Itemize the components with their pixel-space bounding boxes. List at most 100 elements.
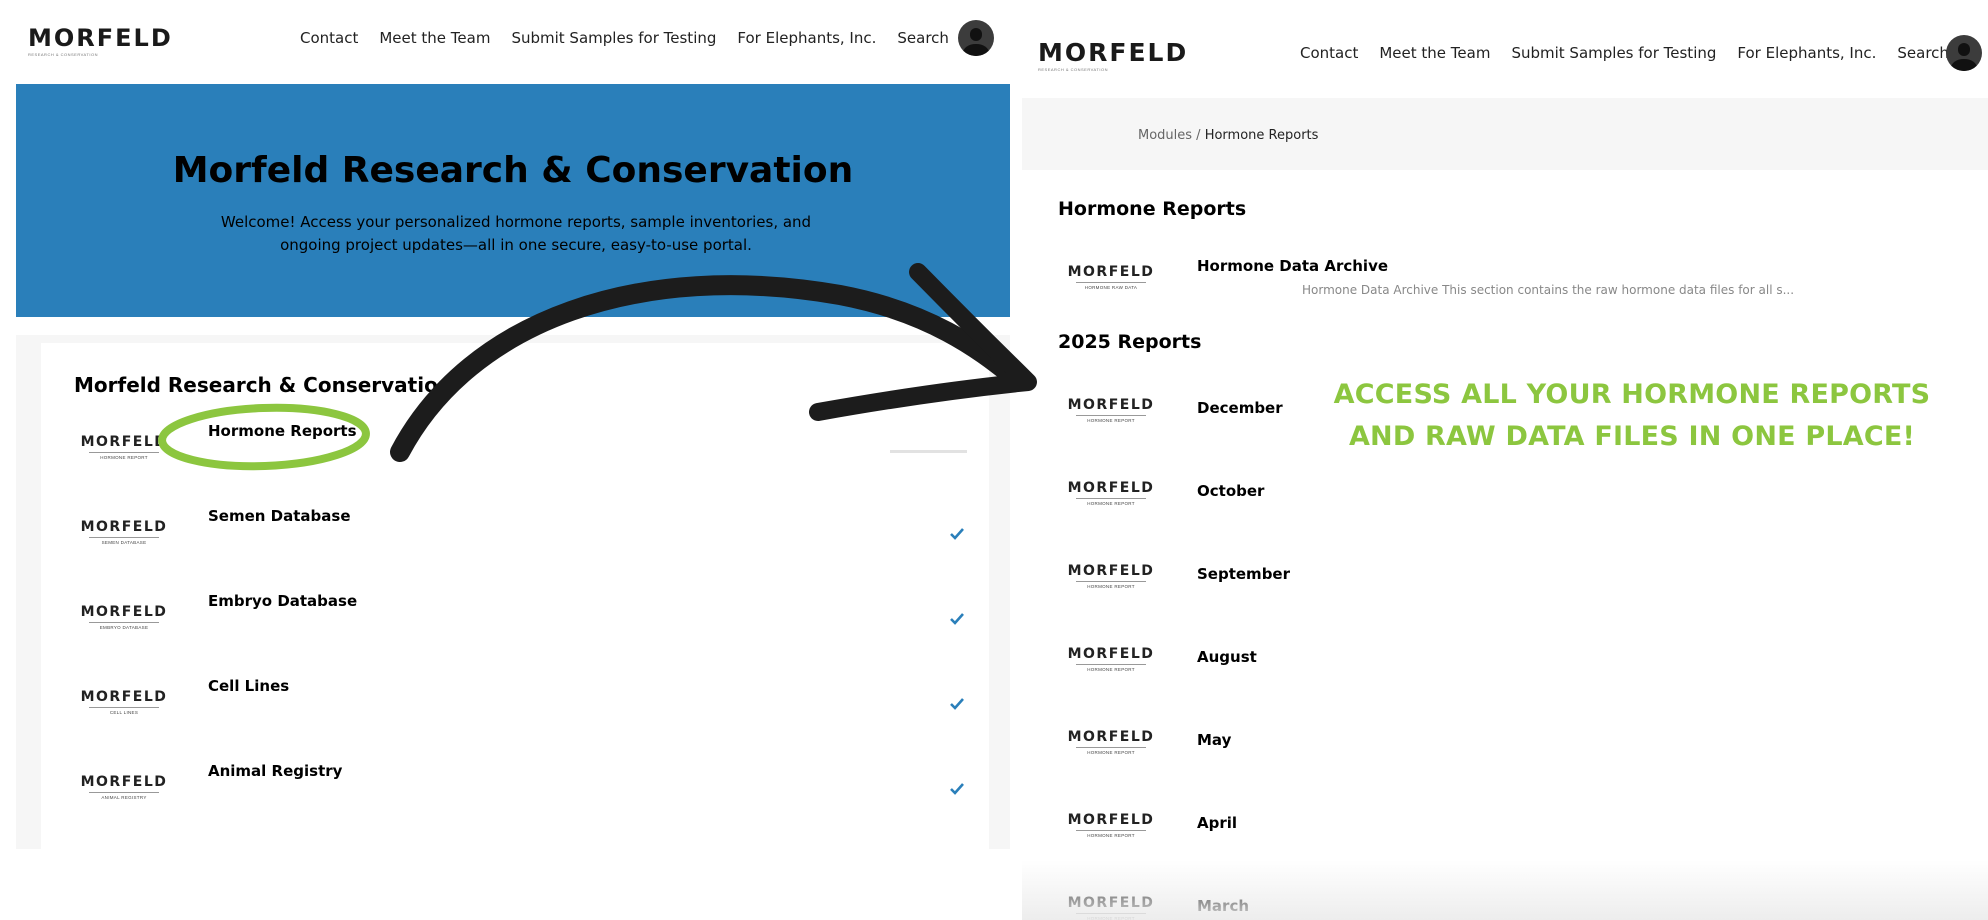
- thumbnail-rule: [1076, 497, 1146, 499]
- progress-indicator: [890, 450, 967, 453]
- nav-for-elephants[interactable]: For Elephants, Inc.: [1737, 44, 1876, 62]
- thumbnail-caption: HORMONE REPORT: [1087, 500, 1135, 506]
- breadcrumb-modules[interactable]: Modules: [1138, 128, 1192, 143]
- report-thumbnail: MORFELD HORMONE REPORT: [1066, 473, 1156, 513]
- report-label[interactable]: December: [1197, 399, 1283, 417]
- module-thumbnail: MORFELD CELL LINES: [79, 682, 169, 722]
- logo-tagline: RESEARCH & CONSERVATION: [28, 52, 98, 57]
- morfeld-logo[interactable]: MORFELD RESEARCH & CONSERVATION: [1038, 40, 1188, 72]
- logo-wordmark: MORFELD: [1038, 38, 1189, 67]
- module-thumbnail: MORFELD EMBRYO DATABASE: [79, 597, 169, 637]
- callout-line-2: AND RAW DATA FILES IN ONE PLACE!: [1348, 421, 1916, 452]
- report-thumbnail: MORFELD HORMONE REPORT: [1066, 390, 1156, 430]
- main-nav: Contact Meet the Team Submit Samples for…: [300, 28, 949, 48]
- thumbnail-wordmark: MORFELD: [1067, 811, 1155, 828]
- report-thumbnail: MORFELD HORMONE REPORT: [1066, 639, 1156, 679]
- nav-meet-the-team[interactable]: Meet the Team: [1379, 44, 1490, 62]
- callout-line-1: ACCESS ALL YOUR HORMONE REPORTS: [1333, 379, 1931, 410]
- report-label[interactable]: April: [1197, 814, 1237, 832]
- nav-submit-samples[interactable]: Submit Samples for Testing: [1511, 44, 1716, 62]
- complete-check-icon: [950, 783, 964, 795]
- thumbnail-rule: [89, 451, 159, 453]
- nav-contact[interactable]: Contact: [300, 29, 358, 47]
- report-label[interactable]: May: [1197, 731, 1231, 749]
- breadcrumb-current: Hormone Reports: [1204, 128, 1319, 143]
- hero-title: Morfeld Research & Conservation: [172, 150, 854, 191]
- nav-search[interactable]: Search: [897, 29, 949, 47]
- modules-card-body: Morfeld Research & Conservation MORFELD …: [41, 343, 989, 849]
- module-thumbnail: MORFELD ANIMAL REGISTRY: [79, 767, 169, 807]
- module-label[interactable]: Animal Registry: [208, 762, 342, 780]
- thumbnail-rule: [1076, 281, 1146, 283]
- thumbnail-wordmark: MORFELD: [1067, 562, 1155, 579]
- thumbnail-wordmark: MORFELD: [80, 518, 168, 535]
- report-thumbnail: MORFELD HORMONE REPORT: [1066, 556, 1156, 596]
- breadcrumb: Modules / Hormone Reports: [1138, 128, 1318, 143]
- complete-check-icon: [950, 698, 964, 710]
- nav-meet-the-team[interactable]: Meet the Team: [379, 29, 490, 47]
- thumbnail-caption: ANIMAL REGISTRY: [101, 794, 147, 800]
- thumbnail-caption: HORMONE REPORT: [1087, 749, 1135, 755]
- thumbnail-rule: [89, 621, 159, 623]
- thumbnail-wordmark: MORFELD: [80, 773, 168, 790]
- thumbnail-rule: [1076, 829, 1146, 831]
- thumbnail-wordmark: MORFELD: [80, 603, 168, 620]
- report-thumbnail: MORFELD HORMONE REPORT: [1066, 722, 1156, 762]
- archive-thumbnail: MORFELD HORMONE RAW DATA: [1066, 257, 1156, 297]
- main-nav: Contact Meet the Team Submit Samples for…: [1300, 43, 1949, 63]
- thumbnail-rule: [89, 706, 159, 708]
- breadcrumb-separator: /: [1192, 128, 1205, 143]
- report-label[interactable]: August: [1197, 648, 1257, 666]
- hero-welcome-text: Welcome! Access your personalized hormon…: [220, 213, 812, 254]
- report-label[interactable]: September: [1197, 565, 1290, 583]
- nav-contact[interactable]: Contact: [1300, 44, 1358, 62]
- thumbnail-rule: [1076, 746, 1146, 748]
- module-label[interactable]: Cell Lines: [208, 677, 289, 695]
- module-thumbnail: MORFELD HORMONE REPORT: [79, 427, 169, 467]
- thumbnail-wordmark: MORFELD: [1067, 396, 1155, 413]
- modules-card-title: Morfeld Research & Conservation: [74, 373, 453, 397]
- thumbnail-caption: HORMONE REPORT: [1087, 832, 1135, 838]
- module-thumbnail: MORFELD SEMEN DATABASE: [79, 512, 169, 552]
- hero-banner: Morfeld Research & Conservation Welcome!…: [16, 84, 1010, 317]
- thumbnail-caption: SEMEN DATABASE: [101, 539, 147, 545]
- nav-for-elephants[interactable]: For Elephants, Inc.: [737, 29, 876, 47]
- thumbnail-caption: HORMONE RAW DATA: [1084, 284, 1138, 290]
- thumbnail-wordmark: MORFELD: [80, 688, 168, 705]
- hormone-reports-panel: MORFELD RESEARCH & CONSERVATION Contact …: [1022, 0, 1988, 920]
- nav-submit-samples[interactable]: Submit Samples for Testing: [511, 29, 716, 47]
- thumbnail-caption: HORMONE REPORT: [100, 454, 148, 460]
- user-avatar[interactable]: [958, 20, 994, 56]
- logo-wordmark: MORFELD: [28, 24, 173, 52]
- complete-check-icon: [950, 528, 964, 540]
- thumbnail-rule: [1076, 663, 1146, 665]
- thumbnail-wordmark: MORFELD: [1067, 479, 1155, 496]
- thumbnail-wordmark: MORFELD: [1067, 263, 1155, 280]
- archive-label[interactable]: Hormone Data Archive: [1197, 257, 1388, 275]
- archive-description: Hormone Data Archive This section contai…: [1302, 283, 1795, 297]
- thumbnail-caption: EMBRYO DATABASE: [99, 624, 149, 630]
- report-label[interactable]: October: [1197, 482, 1264, 500]
- logo-tagline: RESEARCH & CONSERVATION: [1038, 67, 1108, 72]
- morfeld-logo[interactable]: MORFELD RESEARCH & CONSERVATION: [28, 26, 173, 57]
- user-avatar[interactable]: [1946, 35, 1982, 71]
- thumbnail-caption: HORMONE REPORT: [1087, 583, 1135, 589]
- thumbnail-wordmark: MORFELD: [80, 433, 168, 450]
- complete-check-icon: [950, 613, 964, 625]
- page-title: Hormone Reports: [1058, 198, 1247, 220]
- thumbnail-rule: [89, 536, 159, 538]
- thumbnail-caption: HORMONE REPORT: [1087, 666, 1135, 672]
- thumbnail-rule: [1076, 580, 1146, 582]
- reports-section-title: 2025 Reports: [1058, 331, 1202, 353]
- module-label[interactable]: Embryo Database: [208, 592, 357, 610]
- module-label[interactable]: Hormone Reports: [208, 422, 357, 440]
- bottom-fade: [1022, 860, 1988, 920]
- thumbnail-rule: [89, 791, 159, 793]
- nav-search[interactable]: Search: [1897, 44, 1949, 62]
- thumbnail-rule: [1076, 414, 1146, 416]
- report-thumbnail: MORFELD HORMONE REPORT: [1066, 805, 1156, 845]
- portal-home-panel: MORFELD RESEARCH & CONSERVATION Contact …: [0, 0, 1010, 920]
- module-label[interactable]: Semen Database: [208, 507, 351, 525]
- thumbnail-caption: HORMONE REPORT: [1087, 417, 1135, 423]
- modules-card: Morfeld Research & Conservation MORFELD …: [16, 335, 1010, 849]
